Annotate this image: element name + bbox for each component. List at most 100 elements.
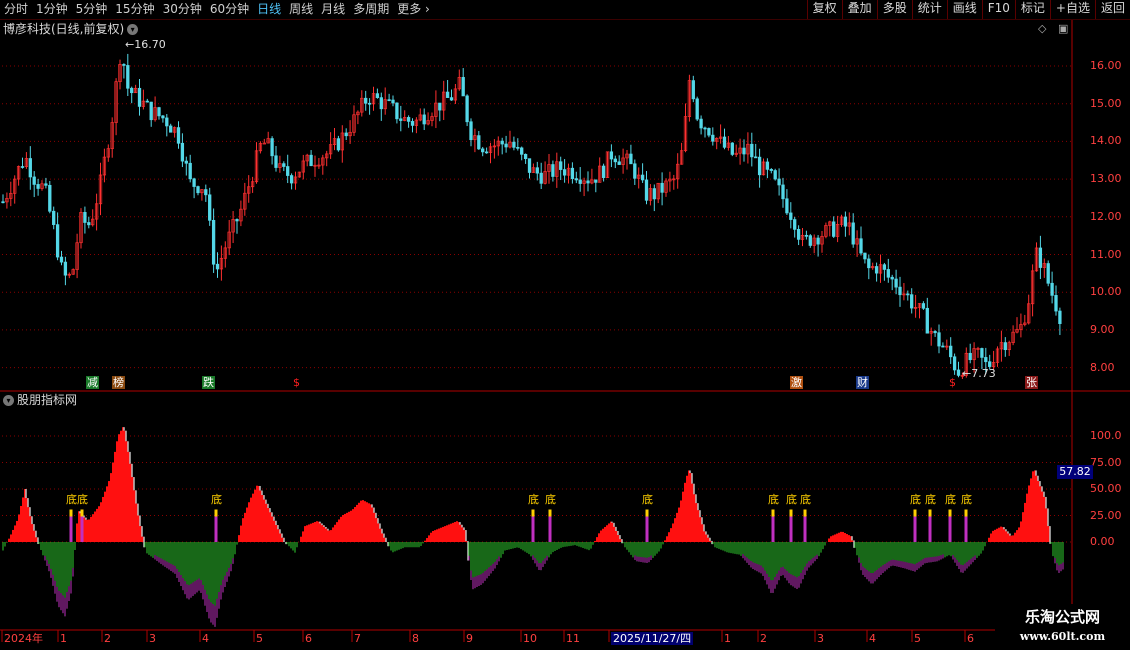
event-tag[interactable]: $ — [948, 376, 957, 389]
period-tab[interactable]: 多周期 — [349, 0, 393, 19]
candle-body — [161, 115, 165, 119]
candle-body — [461, 77, 465, 97]
signal-stub-top — [771, 509, 775, 517]
toolbar-button[interactable]: 画线 — [946, 0, 982, 19]
signal-stub — [645, 516, 649, 542]
candle-body — [613, 158, 617, 163]
toolbar-button[interactable]: 统计 — [911, 0, 947, 19]
toolbar-button[interactable]: 标记 — [1014, 0, 1050, 19]
candle-body — [387, 99, 391, 102]
bottom-signal-label: 底 — [786, 492, 797, 506]
candle-body — [894, 278, 898, 288]
candle-body — [395, 102, 399, 120]
chart-canvas[interactable] — [0, 20, 1130, 650]
cursor-date-label: 2025/11/27/四 — [611, 632, 694, 645]
candle-body — [520, 147, 524, 155]
event-tag[interactable]: 张 — [1025, 376, 1038, 389]
candle-body — [169, 125, 173, 133]
top-toolbar: 分时 1分钟 5分钟 15分钟 30分钟 60分钟 日线 周线 月线 多周期 更多 › 复权 叠加 多股… — [0, 0, 1130, 20]
candle-body — [952, 356, 957, 371]
candle-body — [523, 153, 528, 160]
candle-body — [711, 134, 715, 142]
candle-body — [211, 219, 216, 265]
date-tick-label: 1 — [60, 632, 67, 645]
candle-body — [754, 156, 758, 159]
period-tab[interactable]: 60分钟 — [206, 0, 253, 19]
event-tag[interactable]: 财 — [856, 376, 869, 389]
toolbar-buttons: 复权 叠加 多股 统计 画线 F10 标记 +自选 返回 — [806, 0, 1130, 19]
event-tag[interactable]: 榜 — [112, 376, 125, 389]
toolbar-button[interactable]: F10 — [981, 0, 1015, 19]
candle-body — [422, 114, 426, 125]
candle-body — [874, 266, 879, 274]
event-tag[interactable]: $ — [292, 376, 301, 389]
date-tick-label: 2 — [760, 632, 767, 645]
period-tab[interactable]: 1分钟 — [32, 0, 72, 19]
price-tick-label: 11.00 — [1090, 247, 1122, 261]
candle-body — [375, 93, 380, 98]
period-tab[interactable]: 5分钟 — [72, 0, 112, 19]
period-tab[interactable]: 周线 — [285, 0, 317, 19]
period-tab[interactable]: 月线 — [317, 0, 349, 19]
candle-body — [707, 128, 711, 136]
event-tag[interactable]: 跌 — [202, 376, 215, 389]
price-tick-label: 14.00 — [1090, 134, 1122, 148]
candle-body — [980, 348, 984, 358]
period-tab[interactable]: 日线 — [253, 0, 285, 19]
candle-body — [274, 155, 278, 168]
candle-body — [1, 201, 5, 204]
date-tick-label: 2024年 — [4, 632, 43, 645]
candle-body — [83, 212, 87, 223]
candle-body — [722, 136, 727, 148]
candle-body — [796, 229, 801, 240]
toolbar-button[interactable]: +自选 — [1049, 0, 1095, 19]
candle-body — [438, 102, 442, 111]
candle-body — [863, 252, 867, 260]
candle-body — [176, 127, 181, 144]
price-tick-label: 16.00 — [1090, 59, 1122, 72]
candle-body — [765, 161, 770, 170]
candle-body — [691, 80, 695, 100]
bottom-signal-label: 底 — [945, 492, 956, 506]
indicator-tick-label: 100.0 — [1090, 429, 1122, 442]
period-tab[interactable]: 更多 › — [393, 0, 434, 19]
bottom-signal-label: 底 — [642, 492, 653, 506]
signal-stub-top — [964, 509, 968, 517]
candle-body — [808, 235, 812, 246]
date-tick-label: 4 — [202, 632, 209, 645]
indicator-tick-label: 0.00 — [1090, 535, 1115, 548]
candle-body — [527, 158, 532, 173]
candle-body — [867, 258, 871, 269]
toolbar-button[interactable]: 多股 — [876, 0, 912, 19]
candle-body — [149, 101, 153, 121]
signal-stub — [948, 516, 952, 542]
candle-body — [477, 135, 481, 150]
candle-body — [703, 127, 707, 130]
candle-body — [699, 118, 703, 129]
candle-body — [586, 180, 590, 184]
toolbar-button[interactable]: 复权 — [806, 0, 842, 19]
candle-body — [832, 221, 836, 237]
candle-body — [941, 345, 945, 348]
toolbar-button[interactable]: 叠加 — [841, 0, 877, 19]
candle-body — [512, 141, 516, 148]
bottom-signal-label: 底 — [77, 492, 88, 506]
event-tag[interactable]: 减 — [86, 376, 99, 389]
candle-body — [87, 222, 91, 226]
period-tab[interactable]: 30分钟 — [159, 0, 206, 19]
bottom-signal-label: 底 — [910, 492, 921, 506]
watermark-url: www.60lt.com — [1019, 630, 1106, 643]
toolbar-button[interactable]: 返回 — [1094, 0, 1130, 19]
candle-body — [44, 183, 48, 186]
candle-body — [36, 184, 40, 189]
signal-stub-top — [645, 509, 649, 517]
candle-body — [484, 151, 489, 154]
period-tab[interactable]: 分时 — [0, 0, 32, 19]
period-tab[interactable]: 15分钟 — [111, 0, 158, 19]
candle-body — [609, 151, 614, 160]
event-tag[interactable]: 激 — [790, 376, 803, 389]
date-tick-label: 10 — [523, 632, 537, 645]
candle-body — [204, 189, 208, 196]
date-tick-label: 7 — [354, 632, 361, 645]
signal-stub-top — [803, 509, 807, 517]
